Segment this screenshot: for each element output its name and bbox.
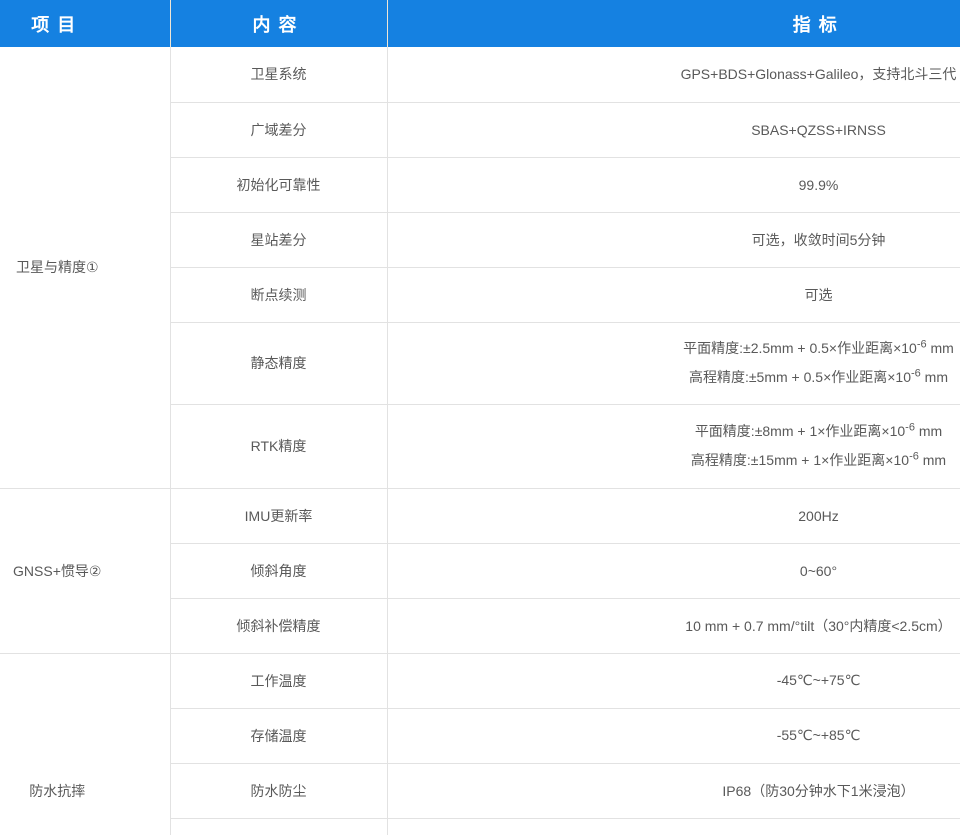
spec-line-text: 高程精度:±15mm + 1×作业距离×10 [691, 452, 909, 468]
content-cell: 倾斜角度 [170, 543, 387, 598]
value-cell: -45℃~+75℃ [387, 653, 960, 708]
spec-line: 高程精度:±15mm + 1×作业距离×10-6 mm [388, 446, 960, 475]
spec-line-text: 平面精度:±2.5mm + 0.5×作业距离×10 [683, 340, 917, 356]
superscript: -6 [905, 421, 915, 433]
header-col-spec: 指标 [387, 0, 960, 47]
value-cell: -55℃~+85℃ [387, 708, 960, 763]
value-cell: IP68（防30分钟水下1米浸泡） [387, 763, 960, 818]
value-cell: GPS+BDS+Glonass+Galileo，支持北斗三代 [387, 47, 960, 102]
section-cell-satellite-precision: 卫星与精度① [0, 47, 170, 488]
content-cell: 防水防尘 [170, 763, 387, 818]
superscript: -6 [917, 338, 927, 350]
content-cell: 倾斜补偿精度 [170, 598, 387, 653]
spec-table: 项目 内容 指标 卫星与精度① 卫星系统 GPS+BDS+Glonass+Gal… [0, 0, 960, 835]
superscript: -6 [909, 450, 919, 462]
content-cell: 星站差分 [170, 212, 387, 267]
header-col-content: 内容 [170, 0, 387, 47]
value-cell: 可选，收敛时间5分钟 [387, 212, 960, 267]
value-cell: SBAS+QZSS+IRNSS [387, 102, 960, 157]
table-row: GNSS+惯导② IMU更新率 200Hz [0, 488, 960, 543]
content-cell: 静态精度 [170, 322, 387, 404]
value-cell: 0~60° [387, 543, 960, 598]
spec-line-text: 平面精度:±8mm + 1×作业距离×10 [695, 423, 905, 439]
value-cell: 平面精度:±8mm + 1×作业距离×10-6 mm 高程精度:±15mm + … [387, 404, 960, 488]
spec-line: 平面精度:±8mm + 1×作业距离×10-6 mm [388, 417, 960, 446]
spec-line-unit: mm [927, 340, 954, 356]
value-cell: 200Hz [387, 488, 960, 543]
value-cell: 可选 [387, 267, 960, 322]
table-row: 卫星与精度① 卫星系统 GPS+BDS+Glonass+Galileo，支持北斗… [0, 47, 960, 102]
spec-line-unit: mm [915, 423, 942, 439]
spec-line-unit: mm [919, 452, 946, 468]
content-cell: 存储温度 [170, 708, 387, 763]
header-row: 项目 内容 指标 [0, 0, 960, 47]
header-col-item: 项目 [0, 0, 170, 47]
content-cell: 卫星系统 [170, 47, 387, 102]
page-viewport: 项目 内容 指标 卫星与精度① 卫星系统 GPS+BDS+Glonass+Gal… [0, 0, 960, 835]
table-row: 防水抗摔 工作温度 -45℃~+75℃ [0, 653, 960, 708]
spec-line-text: 高程精度:±5mm + 0.5×作业距离×10 [689, 369, 911, 385]
spec-line: 平面精度:±2.5mm + 0.5×作业距离×10-6 mm [388, 334, 960, 363]
spec-line-unit: mm [921, 369, 948, 385]
value-cell: 平面精度:±2.5mm + 0.5×作业距离×10-6 mm 高程精度:±5mm… [387, 322, 960, 404]
value-cell [387, 818, 960, 835]
content-cell: 断点续测 [170, 267, 387, 322]
spec-line: 高程精度:±5mm + 0.5×作业距离×10-6 mm [388, 363, 960, 392]
section-cell-waterproof: 防水抗摔 [0, 653, 170, 835]
content-cell: IMU更新率 [170, 488, 387, 543]
value-cell: 10 mm + 0.7 mm/°tilt（30°内精度<2.5cm） [387, 598, 960, 653]
content-cell [170, 818, 387, 835]
content-cell: 工作温度 [170, 653, 387, 708]
content-cell: 广域差分 [170, 102, 387, 157]
value-cell: 99.9% [387, 157, 960, 212]
section-cell-gnss-imu: GNSS+惯导② [0, 488, 170, 653]
content-cell: RTK精度 [170, 404, 387, 488]
superscript: -6 [911, 367, 921, 379]
content-cell: 初始化可靠性 [170, 157, 387, 212]
